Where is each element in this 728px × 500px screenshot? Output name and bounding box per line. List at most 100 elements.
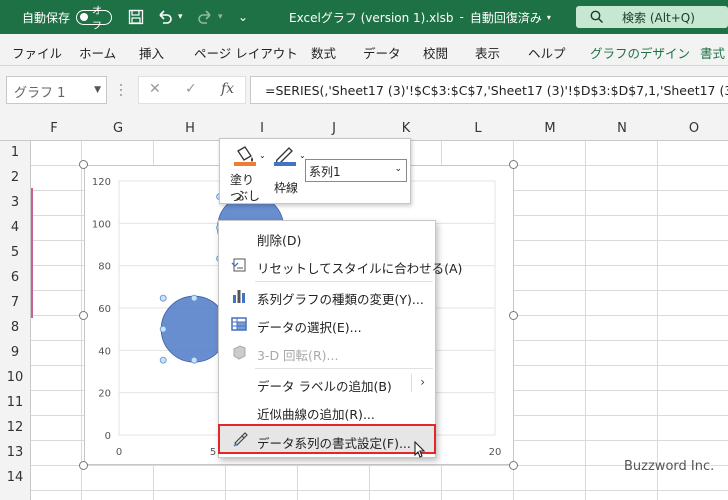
point-selection-handle [190, 356, 198, 364]
tab-page-layout[interactable]: ページ レイアウト [194, 43, 298, 62]
context-menu: 削除(D) リセットしてスタイルに合わせる(A) 系列グラフの種類の変更(Y).… [218, 220, 462, 458]
series-select[interactable]: 系列1 ⌄ [305, 159, 407, 182]
tab-formulas[interactable]: 数式 [311, 43, 336, 62]
formula-bar: グラフ 1 ▼ ✕ ✓ fx =SERIES(,'Sheet17 (3)'!$C… [0, 66, 728, 116]
tab-format[interactable]: 書式 [700, 43, 725, 62]
y-tick-label: 80 [98, 262, 111, 273]
tab-file[interactable]: ファイル [12, 43, 62, 62]
name-box-dropdown-icon[interactable]: ▼ [94, 85, 101, 95]
menu-item-reset-style[interactable]: リセットしてスタイルに合わせる(A) [219, 252, 462, 278]
y-tick-label: 0 [105, 431, 111, 442]
row-header[interactable]: 1 [0, 145, 30, 160]
x-tick-label: 0 [116, 447, 122, 458]
chart-type-icon [233, 290, 245, 303]
menu-item-change-chart-type[interactable]: 系列グラフの種類の変更(Y)... [219, 283, 435, 309]
outline-button[interactable]: ⌄ 枠線 [270, 143, 306, 195]
row-header[interactable]: 5 [0, 245, 30, 260]
point-selection-handle [159, 325, 167, 333]
column-header[interactable]: M [514, 121, 586, 136]
reset-style-icon [231, 258, 246, 272]
customize-toolbar-icon[interactable]: ⌄ [238, 0, 248, 34]
chart-resize-handle[interactable] [509, 311, 518, 320]
autosave-toggle[interactable]: オフ [76, 6, 112, 32]
menu-item-delete[interactable]: 削除(D) [219, 224, 435, 250]
menu-item-add-trendline[interactable]: 近似曲線の追加(R)... [219, 398, 435, 424]
y-tick-label: 20 [98, 389, 111, 400]
row-header[interactable]: 6 [0, 270, 30, 285]
menu-item-select-data[interactable]: データの選択(E)... [219, 311, 435, 337]
row-header[interactable]: 4 [0, 220, 30, 235]
fill-button[interactable]: ⌄ 塗りつ ぶし [230, 143, 266, 204]
column-header[interactable]: L [442, 121, 514, 136]
y-tick-label: 120 [92, 177, 111, 188]
row-headers: 1 2 3 4 5 6 7 8 9 10 11 12 13 14 [0, 141, 31, 500]
save-icon[interactable] [128, 0, 144, 34]
save-status-dropdown-icon[interactable]: ▾ [547, 13, 551, 22]
row-header[interactable]: 10 [0, 370, 30, 385]
undo-icon[interactable] [156, 0, 174, 34]
tab-chart-design[interactable]: グラフのデザイン [590, 43, 690, 62]
row-header[interactable]: 12 [0, 420, 30, 435]
search-box[interactable]: 検索 (Alt+Q) [576, 6, 728, 28]
tab-data[interactable]: データ [363, 43, 401, 62]
insert-function-icon[interactable]: fx [221, 81, 234, 97]
y-tick-label: 100 [92, 219, 111, 230]
redo-icon[interactable] [196, 0, 214, 34]
redo-dropdown-icon[interactable]: ▾ [218, 0, 223, 34]
tab-insert[interactable]: 挿入 [139, 43, 164, 62]
tab-home[interactable]: ホーム [79, 43, 116, 62]
chart-resize-handle[interactable] [509, 160, 518, 169]
name-box[interactable]: グラフ 1 ▼ [6, 76, 107, 104]
menu-separator [255, 281, 433, 282]
row-header[interactable]: 2 [0, 170, 30, 185]
column-header[interactable]: H [154, 121, 226, 136]
y-tick-label: 60 [98, 304, 111, 315]
select-data-icon [231, 317, 247, 331]
search-icon [590, 10, 604, 24]
pen-icon [274, 147, 296, 166]
ribbon-tabs: ファイル ホーム 挿入 ページ レイアウト 数式 データ 校閲 表示 ヘルプ グ… [0, 34, 728, 66]
menu-item-add-data-labels[interactable]: データ ラベルの追加(B) › [219, 370, 435, 396]
column-header[interactable]: I [226, 121, 298, 136]
tab-help[interactable]: ヘルプ [528, 43, 566, 62]
row-header[interactable]: 14 [0, 470, 30, 485]
column-header[interactable]: F [18, 121, 90, 136]
column-header[interactable]: K [370, 121, 442, 136]
chart-resize-handle[interactable] [79, 461, 88, 470]
3d-rotate-icon [233, 345, 246, 360]
chart-resize-handle[interactable] [79, 311, 88, 320]
tab-review[interactable]: 校閲 [423, 43, 448, 62]
row-header[interactable]: 11 [0, 395, 30, 410]
cancel-icon[interactable]: ✕ [149, 81, 161, 97]
row-header[interactable]: 13 [0, 445, 30, 460]
row-header[interactable]: 8 [0, 320, 30, 335]
series-select-dropdown-icon[interactable]: ⌄ [394, 164, 402, 174]
title-bar: 自動保存 オフ ▾ ▾ ⌄ Excelグラフ (version 1).xlsb … [0, 0, 728, 34]
column-header[interactable]: N [586, 121, 658, 136]
save-status[interactable]: 自動回復済み [470, 9, 542, 26]
row-header[interactable]: 7 [0, 295, 30, 310]
column-header[interactable]: G [82, 121, 154, 136]
menu-item-3d-rotation[interactable]: 3-D 回転(R)... [219, 339, 435, 365]
paint-bucket-icon [234, 146, 256, 166]
outline-label: 枠線 [274, 181, 299, 195]
menu-separator [255, 368, 433, 369]
tab-view[interactable]: 表示 [475, 43, 500, 62]
undo-dropdown-icon[interactable]: ▾ [178, 0, 183, 34]
column-header[interactable]: J [298, 121, 370, 136]
autosave-label: 自動保存 [22, 10, 71, 25]
column-header[interactable]: O [658, 121, 728, 136]
row-header[interactable]: 9 [0, 345, 30, 360]
formula-bar-resize-handle[interactable] [119, 80, 123, 100]
menu-item-format-data-series[interactable]: データ系列の書式設定(F)... [218, 424, 436, 454]
chart-resize-handle[interactable] [509, 461, 518, 470]
title-separator: - [459, 10, 464, 24]
row-header[interactable]: 3 [0, 195, 30, 210]
formula-input[interactable]: =SERIES(,'Sheet17 (3)'!$C$3:$C$7,'Sheet1… [250, 76, 728, 104]
search-label: 検索 (Alt+Q) [622, 10, 695, 25]
chart-resize-handle[interactable] [79, 160, 88, 169]
y-tick-label: 40 [98, 346, 111, 357]
fill-dropdown-icon[interactable]: ⌄ [259, 151, 266, 160]
enter-icon[interactable]: ✓ [185, 81, 197, 97]
mini-toolbar: ⌄ 塗りつ ぶし ⌄ 枠線 系列1 ⌄ [219, 138, 411, 204]
